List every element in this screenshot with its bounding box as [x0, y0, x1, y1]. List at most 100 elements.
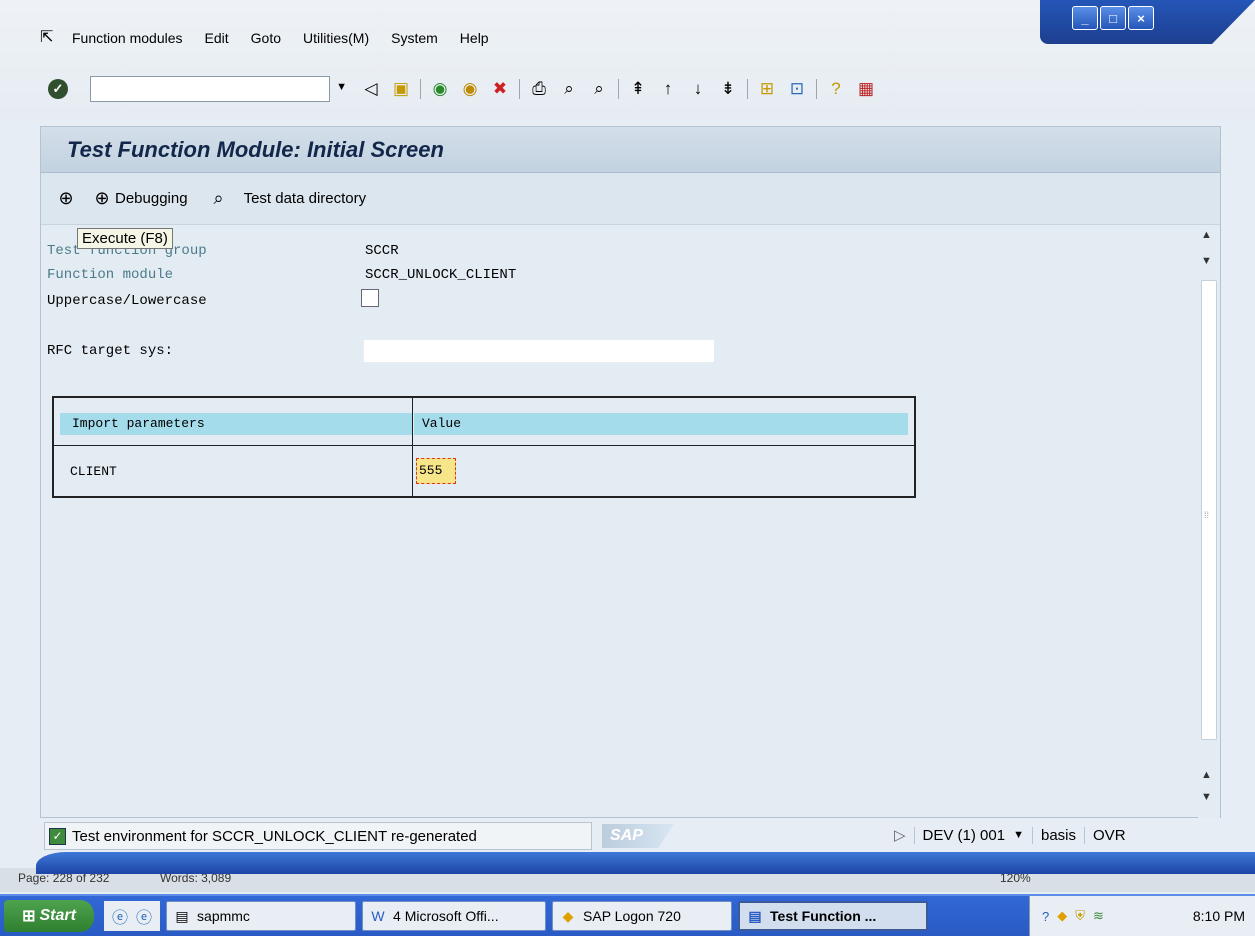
success-check-icon: ✓	[49, 827, 66, 845]
status-bar: ✓ Test environment for SCCR_UNLOCK_CLIEN…	[40, 818, 1255, 854]
taskbar-test-function[interactable]: ▤ Test Function ...	[738, 901, 929, 931]
function-module-label: Function module	[47, 267, 174, 283]
chevron-down-icon[interactable]: ▼	[336, 81, 347, 93]
execute-clock-icon: ⊕	[58, 188, 74, 208]
param-name: CLIENT	[70, 464, 117, 479]
page-title: Test Function Module: Initial Screen	[67, 136, 444, 162]
menu-system[interactable]: System	[391, 30, 438, 46]
sap-window-icon: ▤	[748, 907, 762, 924]
layout-menu-icon[interactable]: ▦	[855, 78, 877, 100]
expand-arrow-icon[interactable]: ▷	[894, 826, 906, 844]
chevron-down-icon[interactable]: ▼	[1013, 829, 1024, 841]
function-group-value: SCCR	[365, 243, 399, 259]
command-field[interactable]: ▼	[90, 76, 347, 102]
menu-edit[interactable]: Edit	[205, 30, 229, 46]
sap-tray-icon[interactable]: ◆	[1057, 908, 1067, 924]
scroll-up-icon[interactable]: ▲	[1201, 229, 1212, 241]
previous-page-icon[interactable]: ↑	[657, 78, 679, 100]
rfc-target-label: RFC target sys:	[47, 343, 174, 359]
header-import-parameters: Import parameters	[60, 413, 412, 435]
header-value: Value	[414, 413, 908, 435]
main-panel: Test Function Module: Initial Screen ⊕ ⊕…	[40, 126, 1221, 819]
toolbar-separator	[519, 79, 520, 99]
quick-launch: ⓔ ⓔ	[104, 901, 161, 931]
taskbar-sapmmc[interactable]: ▤ sapmmc	[166, 901, 357, 931]
exit-icon[interactable]: ◉	[459, 78, 481, 100]
start-button[interactable]: ⊞ Start	[4, 900, 94, 932]
scroll-down-icon[interactable]: ▼	[1201, 255, 1212, 267]
menu-utilities[interactable]: Utilities(M)	[303, 30, 369, 46]
test-data-label: Test data directory	[243, 190, 367, 207]
menu-goto[interactable]: Goto	[251, 30, 281, 46]
find-icon[interactable]: ⌕	[558, 78, 580, 100]
screen-content: Test function group SCCR Execute (F8) Fu…	[41, 225, 1198, 819]
toolbar-separator	[747, 79, 748, 99]
security-tray-icon[interactable]: ⛨	[1075, 908, 1085, 924]
network-tray-icon[interactable]: ≋	[1093, 908, 1104, 924]
create-session-icon[interactable]: ⊞	[756, 78, 778, 100]
maximize-button[interactable]: □	[1100, 6, 1126, 30]
word-icon: W	[371, 908, 385, 924]
status-message[interactable]: ✓ Test environment for SCCR_UNLOCK_CLIEN…	[44, 822, 592, 850]
scroll-up-icon[interactable]: ▲	[1201, 769, 1212, 781]
start-label: Start	[39, 907, 76, 924]
title-bar: Test Function Module: Initial Screen	[41, 127, 1220, 173]
windows-logo-icon: ⊞	[22, 908, 36, 925]
standard-toolbar: ✓ ▼ ◁ ▣ ◉ ◉ ✖ ⎙ ⌕ ⌕ ⇞ ↑ ↓ ⇟ ⊞ ⊡ ? ▦	[48, 72, 877, 106]
sap-window: _ □ × ⇱ Function modules Edit Goto Utili…	[0, 0, 1255, 936]
scroll-grip-icon: ⁞⁞	[1204, 510, 1210, 520]
vertical-scrollbar[interactable]: ▲ ▼ ⁞⁞ ▲ ▼	[1198, 225, 1220, 819]
import-parameters-table: Import parameters Value CLIENT 555	[52, 396, 916, 498]
windows-taskbar: ⊞ Start ⓔ ⓔ ▤ sapmmc W 4 Microsoft Offi.…	[0, 894, 1255, 936]
window-top-area: _ □ × ⇱ Function modules Edit Goto Utili…	[0, 0, 1255, 120]
next-page-icon[interactable]: ↓	[687, 78, 709, 100]
menu-function-modules[interactable]: Function modules	[72, 30, 183, 46]
collapse-arrow-icon[interactable]: ◁	[360, 78, 382, 100]
close-button[interactable]: ×	[1128, 6, 1154, 30]
execute-tooltip: Execute (F8)	[77, 228, 173, 249]
cancel-icon[interactable]: ✖	[489, 78, 511, 100]
save-icon[interactable]: ▣	[390, 78, 412, 100]
menu-exit-icon[interactable]: ⇱	[40, 30, 58, 46]
shortcut-icon[interactable]: ⊡	[786, 78, 808, 100]
debugging-button[interactable]: ⊕ Debugging	[91, 188, 188, 210]
debugging-label: Debugging	[115, 190, 188, 207]
taskbar-sap-logon[interactable]: ◆ SAP Logon 720	[552, 901, 733, 931]
taskbar-word[interactable]: W 4 Microsoft Offi...	[362, 901, 547, 931]
browser-icon[interactable]: ⓔ	[136, 904, 152, 928]
taskbar-label: SAP Logon 720	[583, 908, 681, 924]
minimize-button[interactable]: _	[1072, 6, 1098, 30]
taskbar-label: sapmmc	[197, 908, 250, 924]
user-name: basis	[1031, 826, 1084, 844]
back-icon[interactable]: ◉	[429, 78, 451, 100]
menu-bar: ⇱ Function modules Edit Goto Utilities(M…	[40, 30, 511, 47]
enter-check-icon[interactable]: ✓	[48, 79, 68, 99]
scroll-down-icon[interactable]: ▼	[1201, 791, 1212, 803]
uppercase-checkbox[interactable]	[361, 289, 379, 307]
window-bottom-band	[36, 852, 1255, 874]
param-value-input[interactable]: 555	[416, 458, 456, 484]
execute-button[interactable]: ⊕	[55, 188, 79, 210]
taskbar-label: 4 Microsoft Offi...	[393, 908, 499, 924]
ie-shortcut-icon[interactable]: ⓔ	[112, 904, 128, 928]
rfc-target-input[interactable]	[363, 339, 715, 363]
system-info: ▷ DEV (1) 001 ▼ basis OVR	[894, 826, 1134, 844]
help-icon[interactable]: ?	[825, 78, 847, 100]
find-next-icon[interactable]: ⌕	[588, 78, 610, 100]
print-icon[interactable]: ⎙	[528, 78, 550, 100]
table-header: Import parameters Value	[54, 398, 914, 446]
toolbar-separator	[816, 79, 817, 99]
function-module-value: SCCR_UNLOCK_CLIENT	[365, 267, 517, 283]
last-page-icon[interactable]: ⇟	[717, 78, 739, 100]
menu-help[interactable]: Help	[460, 30, 489, 46]
application-toolbar: ⊕ ⊕ Debugging ⌕ Test data directory	[41, 173, 1220, 225]
system-client[interactable]: DEV (1) 001	[913, 826, 1014, 844]
help-tray-icon[interactable]: ?	[1042, 909, 1049, 924]
clock: 8:10 PM	[1192, 908, 1245, 924]
test-data-directory-button[interactable]: ⌕ Test data directory	[208, 188, 367, 210]
sap-logon-icon: ◆	[562, 907, 574, 924]
toolbar-separator	[420, 79, 421, 99]
first-page-icon[interactable]: ⇞	[627, 78, 649, 100]
status-text: Test environment for SCCR_UNLOCK_CLIENT …	[72, 827, 477, 845]
insert-mode: OVR	[1084, 826, 1134, 844]
